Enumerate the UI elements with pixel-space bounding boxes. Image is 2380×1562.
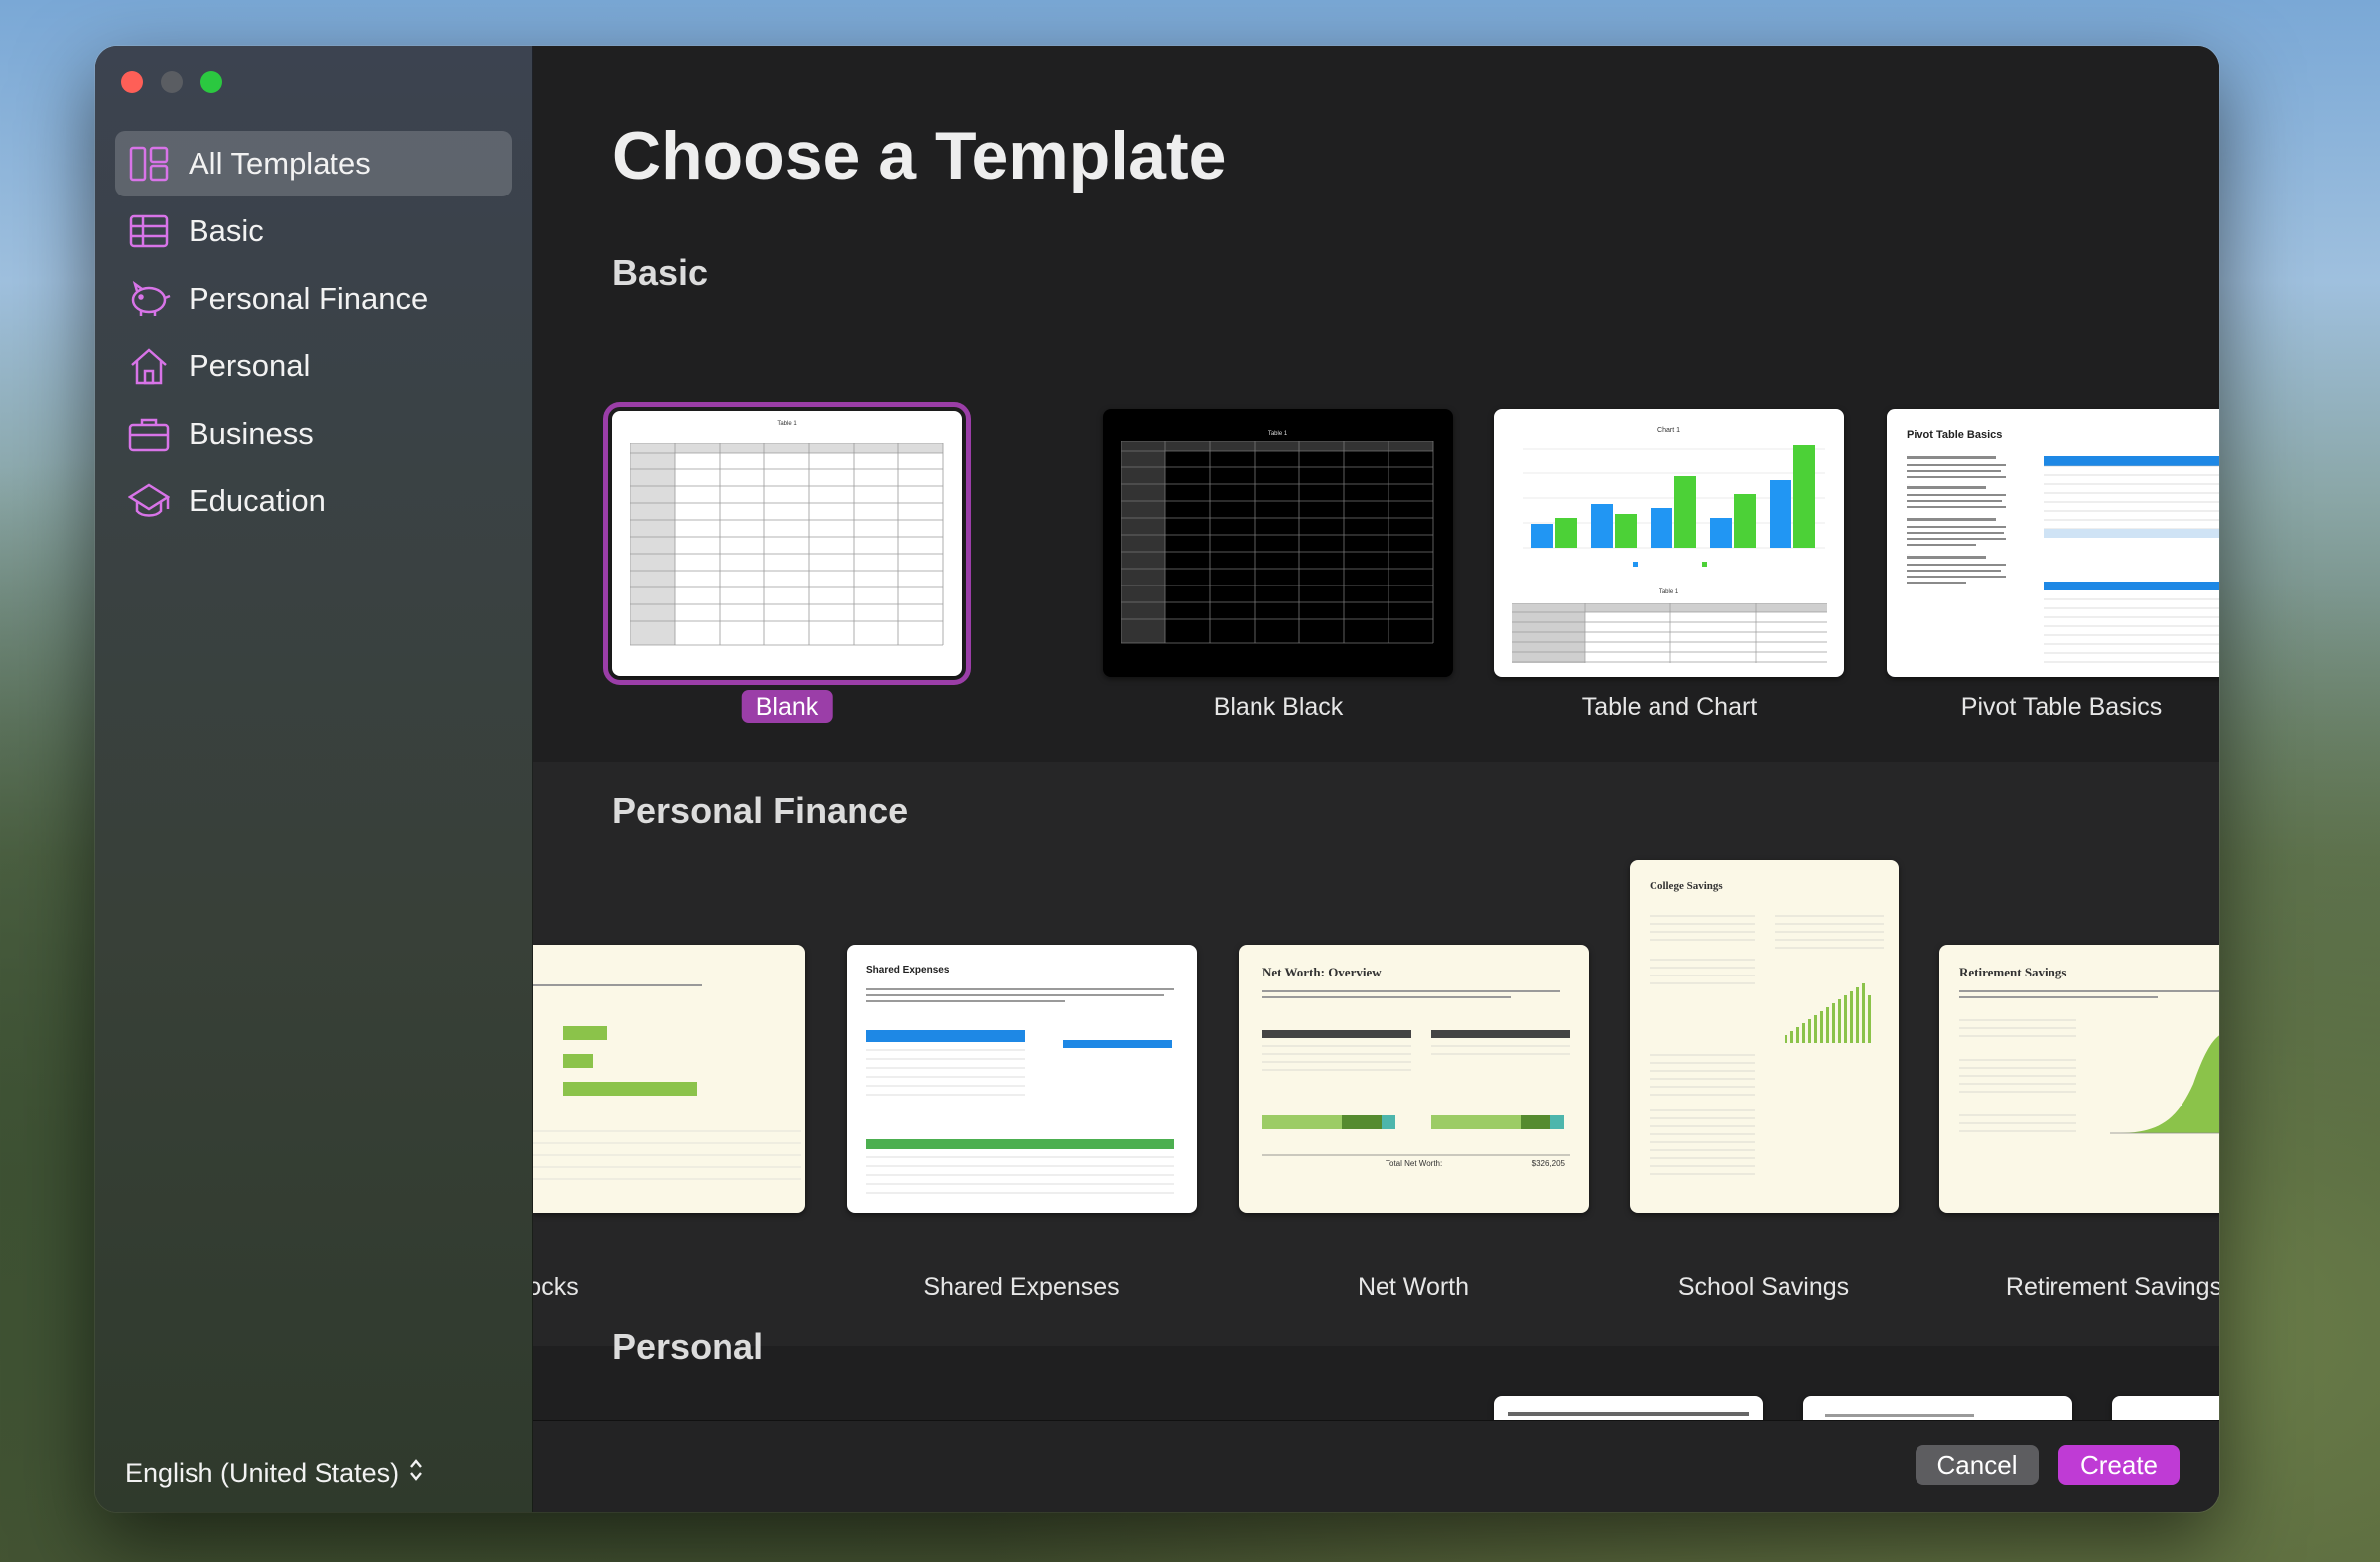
preview-heading: Shared Expenses xyxy=(866,965,950,976)
dialog-footer: Cancel Create xyxy=(533,1420,2219,1512)
sidebar-item-personal[interactable]: Personal xyxy=(115,333,512,399)
blank-table-preview xyxy=(630,443,944,646)
template-pivot-table-basics[interactable]: Pivot Table Basics xyxy=(1887,409,2219,677)
net-worth-total-label: Total Net Worth: xyxy=(1386,1159,1443,1168)
template-retirement-savings[interactable]: Retirement Savings xyxy=(1939,945,2219,1213)
template-label-school-savings[interactable]: School Savings xyxy=(1678,1273,1849,1302)
school-savings-preview xyxy=(1650,915,1884,1175)
sidebar-item-label: Education xyxy=(189,483,326,518)
section-title-personal: Personal xyxy=(612,1326,764,1367)
up-down-chevron-icon xyxy=(409,1458,423,1489)
language-label: English (United States) xyxy=(125,1458,400,1488)
preview-bar xyxy=(1508,1412,1749,1416)
close-window-button[interactable] xyxy=(121,71,143,93)
template-personal-1[interactable] xyxy=(1494,1396,1763,1421)
preview-bar xyxy=(1825,1414,1974,1417)
preview-heading: Retirement Savings xyxy=(1959,965,2067,979)
sidebar-item-label: Personal xyxy=(189,348,311,383)
sidebar-item-education[interactable]: Education xyxy=(115,468,512,534)
blank-black-table-preview xyxy=(1121,441,1434,644)
language-selector[interactable]: English (United States) xyxy=(125,1458,423,1489)
template-net-worth[interactable]: Net Worth: Overview Total Net Worth: $32… xyxy=(1239,945,1589,1213)
preview-heading: Table 1 xyxy=(777,421,797,427)
all-templates-icon xyxy=(127,142,171,186)
template-chooser-window: All Templates Basic Personal Finance Per… xyxy=(95,46,2219,1512)
cancel-button[interactable]: Cancel xyxy=(1916,1445,2039,1485)
template-label-table-and-chart[interactable]: Table and Chart xyxy=(1582,693,1758,721)
template-label-net-worth[interactable]: Net Worth xyxy=(1358,1273,1469,1302)
template-label-retirement-savings[interactable]: Retirement Savings xyxy=(2006,1273,2219,1302)
piggy-bank-icon xyxy=(127,277,171,321)
sidebar-item-basic[interactable]: Basic xyxy=(115,198,512,264)
minimize-window-button[interactable] xyxy=(161,71,183,93)
table-preview xyxy=(1512,603,1827,663)
template-label-blank-black[interactable]: Blank Black xyxy=(1214,693,1344,721)
sidebar: All Templates Basic Personal Finance Per… xyxy=(95,46,533,1512)
category-list: All Templates Basic Personal Finance Per… xyxy=(115,131,512,536)
template-personal-2[interactable] xyxy=(1803,1396,2072,1421)
table-grid-icon xyxy=(127,209,171,253)
template-label-stocks[interactable]: ocks xyxy=(533,1273,579,1302)
net-worth-total-value: $326,205 xyxy=(1531,1159,1565,1168)
zoom-window-button[interactable] xyxy=(200,71,222,93)
preview-heading: Pivot Table Basics xyxy=(1907,429,2003,441)
sidebar-item-personal-finance[interactable]: Personal Finance xyxy=(115,266,512,331)
sidebar-item-label: Business xyxy=(189,416,314,451)
template-shared-expenses[interactable]: Shared Expenses xyxy=(847,945,1197,1213)
template-table-and-chart[interactable]: Chart 1 Table 1 xyxy=(1494,409,1844,677)
retirement-savings-preview xyxy=(1959,990,2219,1134)
preview-heading: Chart 1 xyxy=(1657,427,1680,434)
briefcase-icon xyxy=(127,412,171,456)
sidebar-item-business[interactable]: Business xyxy=(115,401,512,466)
page-title: Choose a Template xyxy=(612,118,1227,194)
sidebar-item-label: All Templates xyxy=(189,146,371,181)
sidebar-item-all-templates[interactable]: All Templates xyxy=(115,131,512,196)
window-controls xyxy=(121,71,222,93)
template-blank[interactable]: Table 1 xyxy=(603,402,971,685)
template-school-savings[interactable]: College Savings xyxy=(1630,860,1899,1213)
template-stocks-partial[interactable] xyxy=(533,945,805,1213)
shared-expenses-preview xyxy=(866,988,1174,1194)
template-label-shared-expenses[interactable]: Shared Expenses xyxy=(923,1273,1119,1302)
sidebar-item-label: Personal Finance xyxy=(189,281,429,316)
sidebar-item-label: Basic xyxy=(189,213,264,248)
pivot-table-preview xyxy=(1907,456,2219,663)
template-label-pivot-table-basics[interactable]: Pivot Table Basics xyxy=(1961,693,2162,721)
net-worth-preview xyxy=(1262,990,1570,1156)
preview-heading: Table 1 xyxy=(1267,431,1288,437)
template-gallery[interactable]: Choose a Template Basic Table 1 Blank Ta… xyxy=(533,46,2219,1421)
stocks-preview xyxy=(533,984,801,1180)
template-blank-black[interactable]: Table 1 xyxy=(1103,409,1453,677)
graduation-cap-icon xyxy=(127,479,171,523)
preview-subheading: Table 1 xyxy=(1658,589,1679,595)
template-personal-3[interactable] xyxy=(2112,1396,2219,1421)
section-title-personal-finance: Personal Finance xyxy=(612,790,909,831)
template-label-blank[interactable]: Blank xyxy=(741,690,833,723)
preview-heading: College Savings xyxy=(1650,880,1723,892)
house-icon xyxy=(127,344,171,388)
section-title-basic: Basic xyxy=(612,252,709,293)
create-button[interactable]: Create xyxy=(2058,1445,2180,1485)
preview-heading: Net Worth: Overview xyxy=(1262,965,1382,979)
chart-preview xyxy=(1523,445,1825,567)
